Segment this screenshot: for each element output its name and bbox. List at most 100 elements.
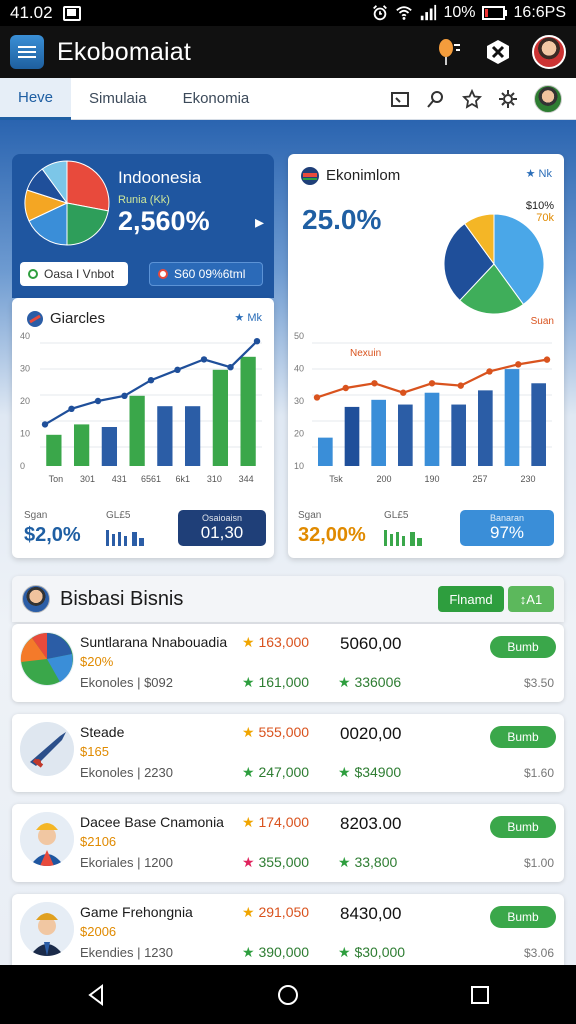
status-right: 10% 16:6PS [371, 4, 566, 22]
bisnis-item-button[interactable]: Bumb [490, 906, 556, 928]
star-icon: ★ [242, 634, 255, 650]
bar [101, 427, 118, 466]
bar [451, 404, 466, 466]
y-tick-label: 30 [294, 396, 304, 406]
right-stat-label-2: GL£5 [384, 510, 409, 521]
y-tick-label: 50 [294, 331, 304, 341]
app-bar: Ekobomaiat [0, 26, 576, 78]
line-point [371, 380, 378, 387]
bar [73, 424, 90, 466]
line-point [486, 368, 493, 375]
star-icon: ★ [242, 904, 255, 920]
star-icon[interactable] [462, 88, 482, 109]
back-icon[interactable] [85, 983, 107, 1006]
line-point [227, 364, 234, 371]
bisnis-title: Bisbasi Bisnis [60, 587, 184, 610]
search-icon[interactable] [426, 89, 446, 109]
bisnis-item-small-value: $1.60 [523, 766, 554, 780]
bisnis-item-name: Steade [80, 724, 125, 740]
star-icon: ★ [338, 674, 351, 690]
bisnis-item-button[interactable]: Bumb [490, 636, 556, 658]
bisnis-item-stat-3-value: 33,800 [354, 854, 398, 870]
right-chart-title: Ekonimlom [326, 167, 401, 184]
bar [424, 392, 440, 466]
star-icon: ★ [338, 854, 351, 870]
notification-icon [62, 5, 81, 21]
indonesia-primary-button[interactable]: Oasa I Vnbot [20, 262, 128, 286]
y-tick-label: 10 [294, 461, 304, 471]
gear-icon[interactable] [498, 89, 518, 109]
chevron-right-icon[interactable]: ▸ [255, 212, 264, 233]
bisnis-item-stat-3-value: 336006 [354, 674, 402, 690]
menu-icon[interactable] [10, 35, 44, 69]
bisnis-item-button[interactable]: Bumb [490, 726, 556, 748]
bar [318, 437, 333, 466]
indonesia-secondary-label: S60 09%6tml [174, 267, 246, 281]
bisnis-item-icon [20, 632, 74, 686]
bisnis-item-small-value: $3.06 [523, 946, 554, 960]
right-stat-box-label: Banaran [489, 513, 525, 523]
x-tick-label: 431 [112, 474, 127, 484]
bisnis-item-button[interactable]: Bumb [490, 816, 556, 838]
status-clock: 16:6PS [513, 4, 566, 21]
indonesia-card[interactable]: Indoonesia Runia (Kk) 2,560% ▸ [12, 154, 274, 258]
bar [478, 390, 493, 466]
bisnis-list-item[interactable]: Steade $165 Ekonoles | 2230 ★ 555,000 ★ 247,… [12, 714, 564, 792]
pie-slice [66, 202, 109, 246]
bisnis-item-amount: 8203.00 [340, 814, 402, 833]
x-tick-label: 230 [520, 474, 535, 484]
bisnis-item-stat-2: ★ 355,000 [242, 854, 309, 871]
y-tick-label: 20 [294, 429, 304, 439]
left-chart-tag-label: Mk [247, 312, 262, 324]
line-point [400, 389, 407, 396]
app-actions [434, 35, 566, 69]
x-tick-label: Tsk [329, 474, 343, 484]
bisnis-item-stat-3: ★ $30,000 [338, 944, 405, 961]
recents-icon[interactable] [469, 984, 491, 1006]
bisnis-list-item[interactable]: Dacee Base Cnamonia $2106 Ekoriales | 1200… [12, 804, 564, 882]
pie-slice [66, 160, 110, 212]
balloon-icon[interactable] [434, 37, 464, 67]
line-point [41, 421, 49, 428]
home-icon[interactable] [276, 983, 300, 1007]
filter-button[interactable]: Flnamd [438, 586, 504, 612]
right-chart-card[interactable]: Ekonimlom ★ Nk 25.0% $10% 70k Suan Nexui… [288, 154, 564, 558]
bisnis-item-small-value: $1.00 [523, 856, 554, 870]
left-stat-box[interactable]: Osaioaisn 01,30 [178, 510, 266, 546]
bisnis-item-stat-3: ★ $34900 [338, 764, 401, 781]
bar [504, 369, 520, 466]
font-size-button[interactable]: ↕ A1 [508, 586, 554, 612]
bisnis-item-price: $20% [80, 654, 114, 669]
pie-chart-icon [20, 633, 73, 685]
bar [371, 399, 386, 466]
tab-home[interactable]: Heve [0, 77, 72, 120]
bisnis-item-name: Suntlarana Nnabouadia [80, 634, 228, 650]
bisnis-item-stat-2-value: 247,000 [258, 764, 310, 780]
bisnis-item-meta: Ekonoles | $092 [80, 675, 173, 690]
profile-avatar[interactable] [532, 35, 566, 69]
indonesia-secondary-button[interactable]: S60 09%6tml [149, 262, 263, 286]
battery-icon [481, 6, 507, 20]
line-point [342, 384, 349, 392]
bisnis-item-stat-1: ★ 163,000 [242, 634, 309, 651]
tab-economy[interactable]: Ekonomia [165, 78, 268, 120]
bisnis-list-item[interactable]: Game Frehongnia $2006 Ekendies | 1230 ★ 291… [12, 894, 564, 965]
user-avatar[interactable] [534, 84, 562, 113]
bisnis-item-icon [20, 722, 74, 776]
right-mini-bars-icon [384, 530, 422, 546]
right-stat-label-1: Sgan [298, 510, 322, 521]
right-stat-box[interactable]: Banaran 97% [460, 510, 554, 546]
calendar-icon[interactable] [390, 89, 410, 109]
settings-icon[interactable] [484, 38, 512, 66]
red-dot-icon [158, 269, 168, 279]
bar [157, 406, 173, 466]
left-stat-label-2: GL£5 [106, 510, 131, 521]
line-point [457, 382, 464, 389]
bisnis-list-item[interactable]: Suntlarana Nnabouadia $20% Ekonoles | $092… [12, 624, 564, 702]
tab-tools [390, 84, 576, 113]
tab-simulation[interactable]: Simulaia [71, 78, 165, 120]
bisnis-item-meta: Ekonoles | 2230 [80, 765, 173, 780]
bisnis-item-stat-3: ★ 336006 [338, 674, 401, 691]
line-label-2: Suan [530, 316, 554, 327]
left-chart-card[interactable]: Giarcles ★ Mk 40 30 20 10 0 Ton 301 431 6561 6k1 3… [12, 298, 274, 558]
